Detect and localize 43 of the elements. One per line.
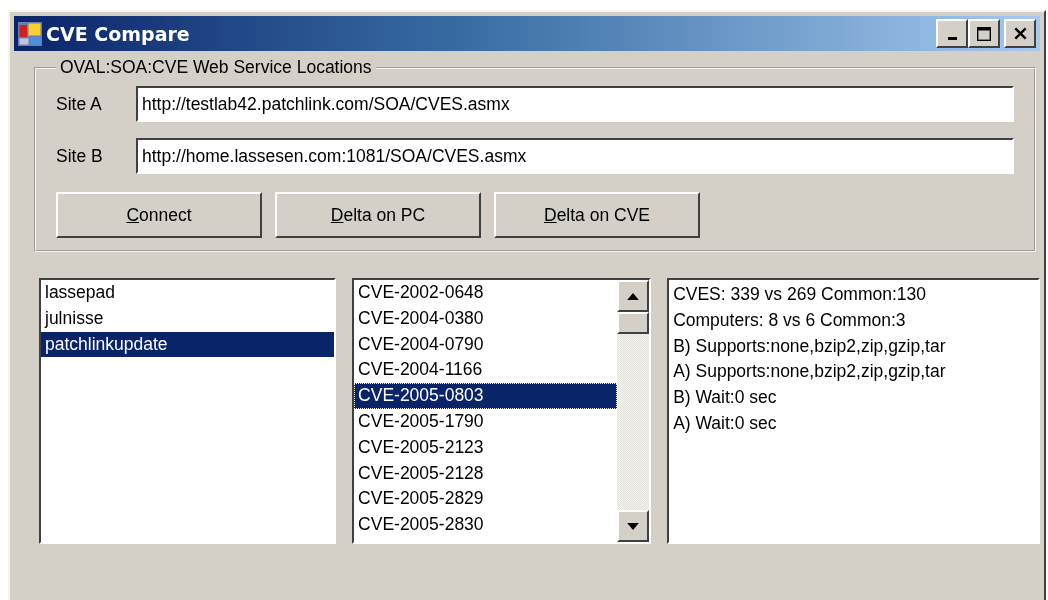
action-button[interactable]: Delta on PC bbox=[275, 192, 481, 238]
url-field[interactable]: http://home.lassesen.com:1081/SOA/CVES.asmx bbox=[136, 138, 1014, 174]
list-item[interactable]: CVE-2002-0648 bbox=[354, 280, 618, 306]
url-field[interactable]: http://testlab42.patchlink.com/SOA/CVES.asmx bbox=[136, 86, 1014, 122]
list-item[interactable]: CVE-2005-2123 bbox=[354, 434, 618, 461]
result-line: A) Supports:none,bzip2,zip,gzip,tar bbox=[673, 360, 947, 384]
list-item[interactable]: CVE-2004-0790 bbox=[354, 331, 618, 358]
minimize-button[interactable] bbox=[936, 19, 968, 48]
close-icon bbox=[1013, 27, 1027, 40]
result-line: B) Supports:none,bzip2,zip,gzip,tar bbox=[673, 334, 947, 358]
list-item[interactable]: CVE-2005-1790 bbox=[354, 409, 618, 435]
computer-list[interactable]: lassepad julnisse patchlinkupdate bbox=[39, 278, 337, 544]
action-button[interactable]: Connect bbox=[56, 192, 262, 238]
scroll-up-button[interactable] bbox=[617, 280, 650, 312]
list-item[interactable]: CVE-2005-2829 bbox=[354, 486, 618, 513]
list-item[interactable]: CVE-2004-1166 bbox=[354, 357, 618, 384]
maximize-button[interactable] bbox=[968, 19, 1000, 48]
cve-list[interactable]: CVE-2002-0648 CVE-2004-0380 CVE-2004-0790 CVE-2004-1166 CVE-2005-0803 CVE-2005-1790 CVE-2005-2123 CVE-2005-2128 CVE-2005-2829 CVE-2005-2830 bbox=[352, 278, 652, 544]
maximize-icon bbox=[977, 26, 991, 41]
list-item[interactable]: CVE-2004-0380 bbox=[354, 305, 618, 332]
list-item[interactable]: CVE-2005-2830 bbox=[354, 512, 618, 538]
minimize-icon bbox=[947, 36, 957, 40]
result-line: B) Wait:0 sec bbox=[673, 386, 778, 410]
result-line: CVES: 339 vs 269 Common:130 bbox=[673, 283, 928, 306]
result-line: A) Wait:0 sec bbox=[673, 412, 778, 435]
result-line: Computers: 8 vs 6 Common:3 bbox=[673, 308, 907, 332]
scrollbar[interactable] bbox=[617, 280, 650, 542]
scroll-thumb[interactable] bbox=[617, 312, 650, 334]
up-arrow-icon bbox=[627, 292, 640, 300]
group-title: OVAL:SOA:CVE Web Service Locations bbox=[59, 57, 373, 78]
list-item[interactable]: patchlinkupdate bbox=[41, 331, 335, 358]
list-item[interactable]: CVE-2005-2128 bbox=[354, 460, 618, 487]
list-item[interactable]: julnisse bbox=[41, 305, 335, 332]
list-item[interactable]: lassepad bbox=[41, 280, 335, 306]
list-item[interactable]: CVE-2005-0803 bbox=[354, 383, 618, 409]
scroll-down-button[interactable] bbox=[617, 510, 650, 542]
down-arrow-icon bbox=[627, 522, 640, 530]
close-button[interactable] bbox=[1004, 19, 1036, 48]
app-icon bbox=[18, 21, 42, 46]
field-label: Site A bbox=[56, 93, 103, 115]
window-title: CVE Compare bbox=[46, 22, 191, 45]
action-button[interactable]: Delta on CVE bbox=[494, 192, 700, 238]
field-label: Site B bbox=[56, 145, 104, 167]
